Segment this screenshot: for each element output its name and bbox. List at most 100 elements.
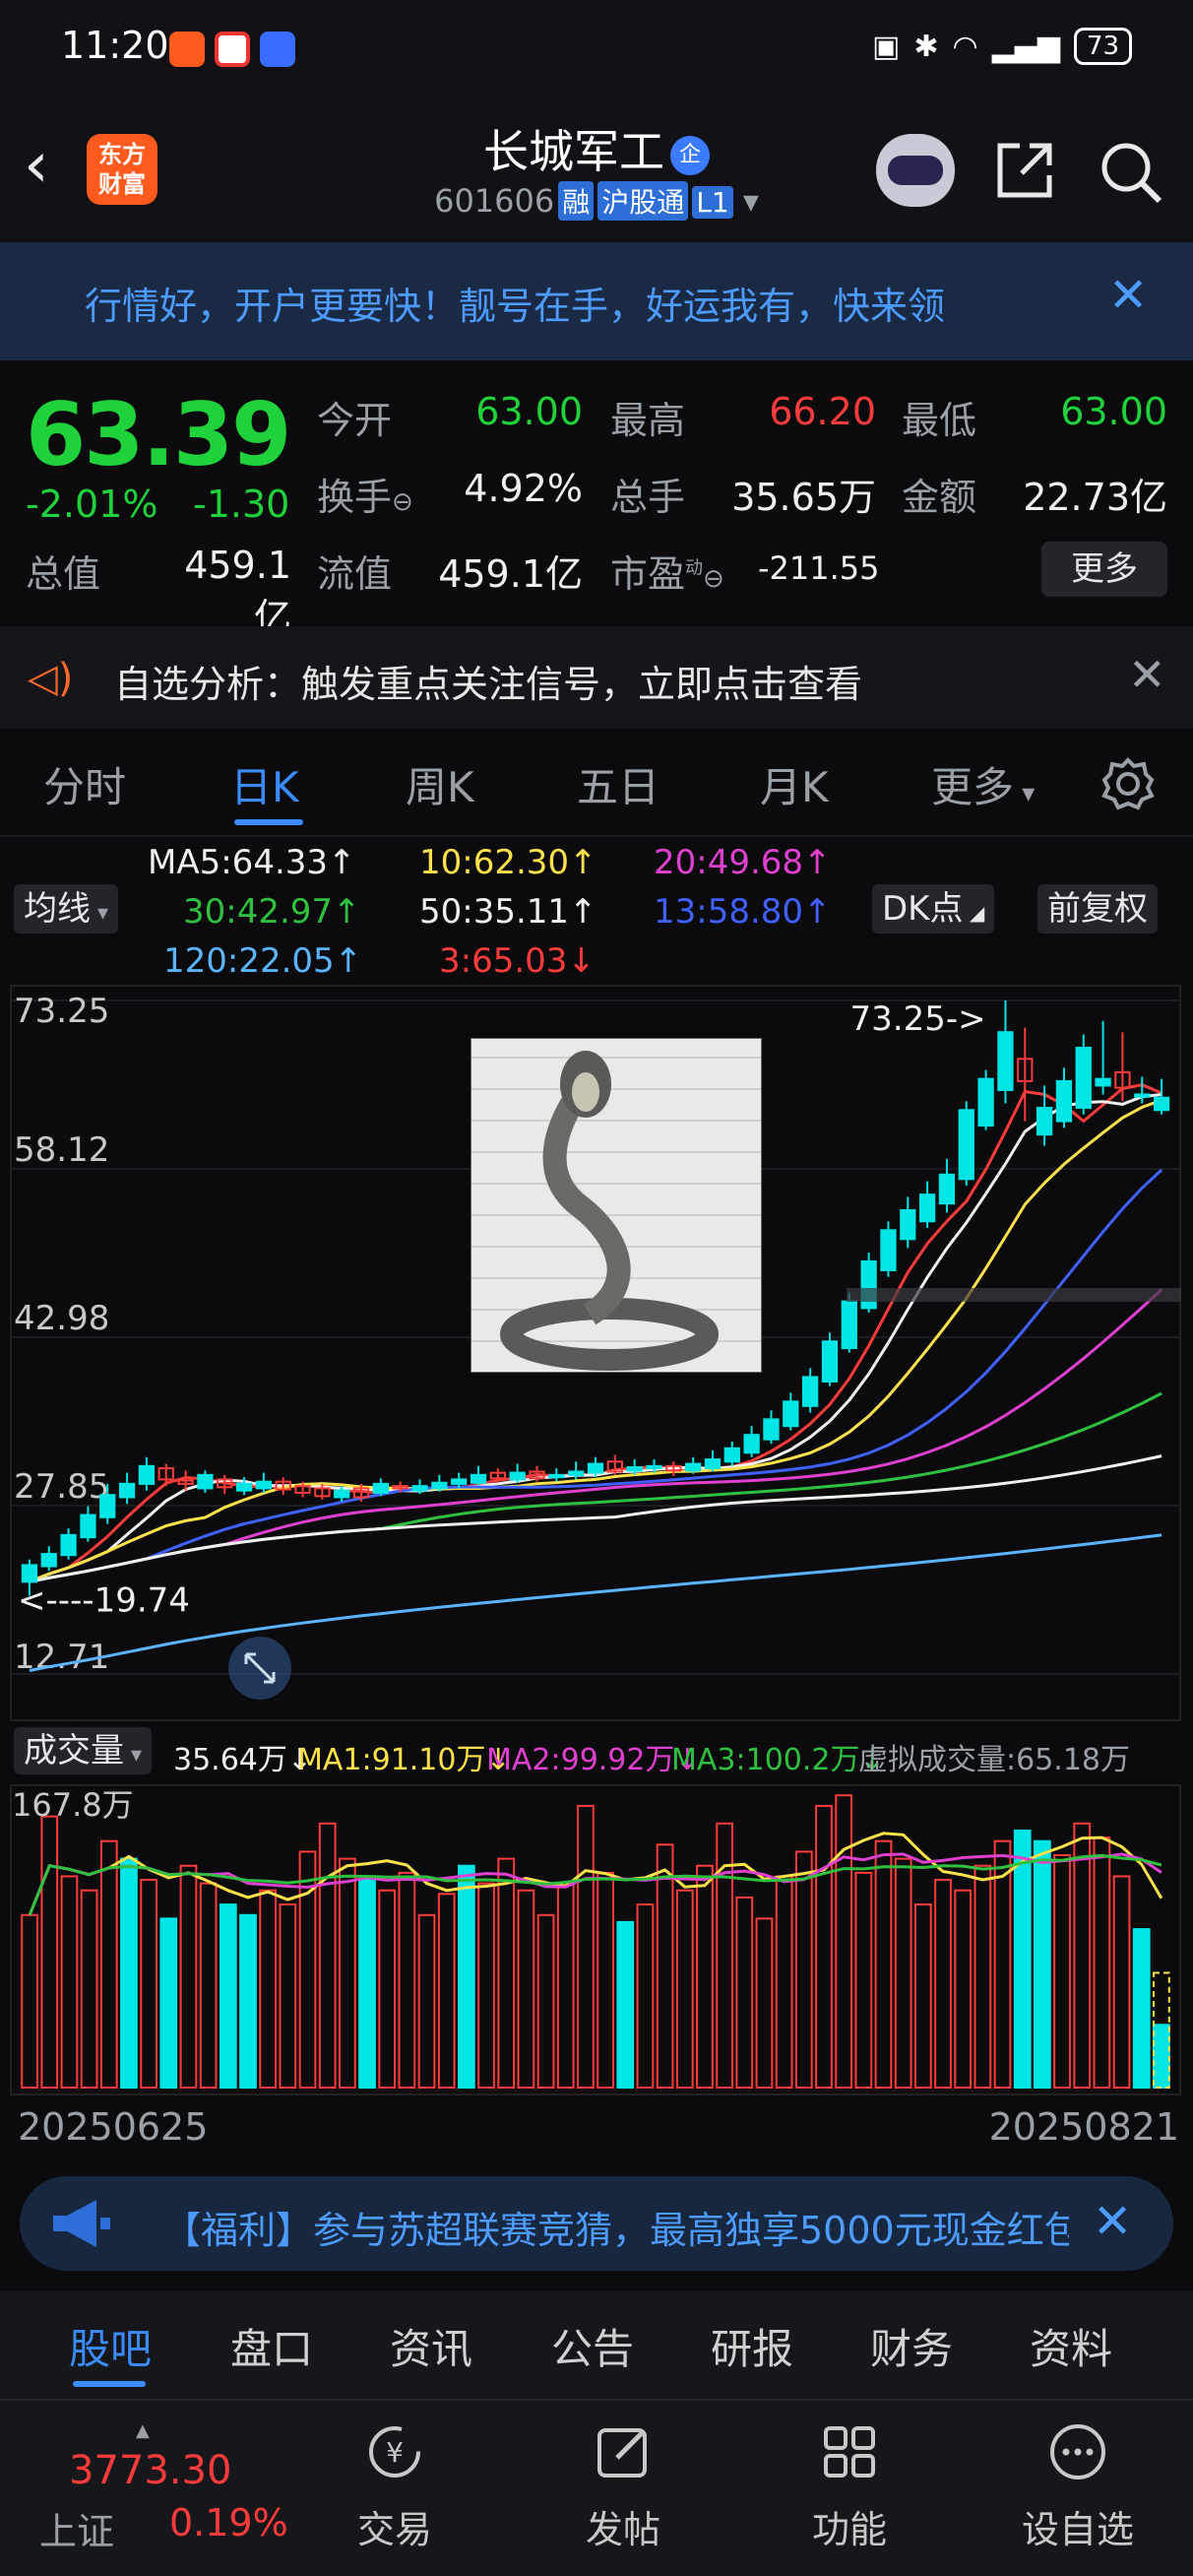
adjust-price-button[interactable]: 前复权 bbox=[1037, 884, 1158, 934]
candle-body bbox=[977, 1077, 994, 1127]
ma10-value: 10:62.30↑ bbox=[419, 843, 597, 882]
candle-body bbox=[743, 1434, 760, 1454]
index-name: 上证 bbox=[39, 2510, 115, 2553]
volume-header: 成交量 ▾ 35.64万↓ MA1:91.10万↓ MA2:99.92万↓ MA… bbox=[0, 1725, 1193, 1780]
volume-chart[interactable]: 167.8万 bbox=[10, 1784, 1181, 2095]
tab-monthly-k[interactable]: 月K bbox=[760, 754, 829, 814]
info-icon[interactable]: ⊖ bbox=[392, 487, 413, 517]
tab-daily-k[interactable]: 日K bbox=[230, 754, 299, 814]
wifi-icon: ◠ bbox=[952, 29, 978, 64]
close-icon[interactable]: ✕ bbox=[1128, 648, 1166, 701]
turnover-value: 4.92% bbox=[464, 467, 583, 510]
grid-icon bbox=[824, 2426, 875, 2478]
float-cap-value: 459.1亿 bbox=[438, 552, 583, 596]
nav-functions-label: 功能 bbox=[811, 2508, 887, 2551]
assistant-robot-icon[interactable] bbox=[876, 134, 955, 207]
change-amount: -1.30 bbox=[193, 483, 290, 526]
app-notification-icon bbox=[169, 32, 205, 67]
analysis-alert[interactable]: ◁) 自选分析：触发重点关注信号，立即点击查看 ✕ bbox=[0, 626, 1193, 729]
promo-banner[interactable]: 行情好，开户更要快！靓号在手，好运我有，快来领 ✕ bbox=[0, 242, 1193, 360]
candle-body bbox=[138, 1464, 156, 1485]
ma5-value: MA5:64.33↑ bbox=[148, 843, 356, 882]
y-axis-label: 58.12 bbox=[14, 1130, 109, 1170]
app-notification-icon bbox=[215, 32, 250, 67]
float-cap-label: 流值 bbox=[317, 552, 393, 596]
tab-profile[interactable]: 资料 bbox=[1030, 2316, 1112, 2376]
ma13-value: 13:58.80↑ bbox=[654, 892, 832, 932]
index-value: 3773.30 bbox=[69, 2448, 232, 2493]
tab-weekly-k[interactable]: 周K bbox=[406, 754, 474, 814]
candle-body bbox=[1075, 1047, 1092, 1110]
megaphone-icon bbox=[53, 2200, 110, 2247]
volume-bar bbox=[219, 1903, 237, 2089]
search-icon[interactable] bbox=[1097, 138, 1163, 205]
pe-label[interactable]: 市盈动⊖ bbox=[610, 544, 724, 598]
volume-selector[interactable]: 成交量 ▾ bbox=[14, 1727, 153, 1774]
tab-more[interactable]: 更多 ▾ bbox=[931, 754, 1035, 814]
tab-announcements[interactable]: 公告 bbox=[551, 2316, 634, 2376]
end-date: 20250821 bbox=[988, 2105, 1179, 2149]
tab-intraday[interactable]: 分时 bbox=[43, 754, 126, 814]
candle-body bbox=[587, 1462, 604, 1474]
max-price-marker: 73.25-> bbox=[850, 999, 986, 1039]
more-button[interactable]: 更多 bbox=[1041, 542, 1167, 597]
status-time: 11:20 bbox=[61, 24, 169, 67]
volume-max-label: 167.8万 bbox=[12, 1786, 134, 1824]
tab-order-book[interactable]: 盘口 bbox=[230, 2316, 313, 2376]
volume-bar bbox=[1132, 1928, 1151, 2089]
candle-body bbox=[918, 1193, 936, 1223]
cobra-image bbox=[471, 1038, 762, 1373]
ma-selector-label: 均线 bbox=[24, 889, 91, 929]
turnover-label[interactable]: 换手⊖ bbox=[317, 467, 413, 521]
volume-background bbox=[10, 1784, 1181, 2095]
candle-body bbox=[99, 1494, 116, 1518]
cobra-drawing bbox=[500, 1051, 719, 1371]
candle-body bbox=[1036, 1107, 1053, 1136]
ma-selector[interactable]: 均线 ▾ bbox=[14, 884, 119, 934]
share-icon[interactable] bbox=[992, 138, 1057, 203]
margin-tag: 融 bbox=[558, 181, 595, 221]
ma50-value: 50:35.11↑ bbox=[419, 892, 597, 932]
tab-finance[interactable]: 财务 bbox=[870, 2316, 953, 2376]
tab-underline bbox=[234, 819, 303, 825]
candle-body bbox=[938, 1173, 956, 1205]
close-icon[interactable]: ✕ bbox=[1093, 2194, 1132, 2249]
close-icon[interactable]: ✕ bbox=[1108, 268, 1148, 323]
stock-code: 601606 bbox=[434, 182, 555, 220]
ma30-value: 30:42.97↑ bbox=[183, 892, 361, 932]
promo-strip[interactable]: 【福利】参与苏超联赛竞猜，最高独享5000元现金红包 ✕ bbox=[20, 2176, 1173, 2271]
nav-add-watchlist[interactable]: 设自选 bbox=[1004, 2420, 1152, 2553]
nav-trade[interactable]: ¥ 交易 bbox=[321, 2420, 469, 2553]
bottom-tabs: 股吧 盘口 资讯 公告 研报 财务 资料 bbox=[0, 2290, 1193, 2399]
pe-value: -211.55 bbox=[758, 549, 880, 587]
dk-point-button[interactable]: DK点 ◢ bbox=[872, 884, 995, 934]
candle-body bbox=[80, 1513, 96, 1539]
info-icon[interactable]: ⊖ bbox=[703, 564, 724, 594]
caret-up-icon: ▲ bbox=[136, 2420, 150, 2441]
candle-body bbox=[841, 1300, 857, 1350]
nfc-icon: ▣ bbox=[872, 29, 901, 64]
open-value: 63.00 bbox=[475, 390, 583, 433]
candle-body bbox=[1095, 1077, 1111, 1087]
stock-name: 长城军工 bbox=[483, 125, 664, 178]
chevron-down-icon: ▾ bbox=[1014, 779, 1036, 808]
nav-trade-label: 交易 bbox=[356, 2508, 432, 2551]
tab-forum[interactable]: 股吧 bbox=[69, 2316, 152, 2376]
nav-functions[interactable]: 功能 bbox=[776, 2420, 923, 2553]
pe-label-text: 市盈 bbox=[610, 552, 686, 596]
volume-ma1: MA1:91.10万↓ bbox=[297, 1743, 511, 1777]
volume-bar bbox=[1153, 2024, 1170, 2089]
tab-five-day[interactable]: 五日 bbox=[577, 754, 659, 814]
candle-body bbox=[411, 1485, 428, 1492]
ma-legend: 均线 ▾ MA5:64.33↑ 10:62.30↑ 20:49.68↑ 30:4… bbox=[0, 837, 1193, 985]
volume-value: 35.65万 bbox=[731, 476, 876, 519]
gear-icon[interactable] bbox=[1100, 756, 1156, 811]
tab-news[interactable]: 资讯 bbox=[390, 2316, 472, 2376]
nav-post[interactable]: 发帖 bbox=[549, 2420, 697, 2553]
candle-body bbox=[821, 1340, 839, 1383]
chevron-down-icon: ▾ bbox=[124, 1743, 143, 1768]
candle-body bbox=[801, 1376, 819, 1407]
volume-bar bbox=[239, 1913, 257, 2089]
candle-body bbox=[372, 1482, 390, 1494]
tab-research[interactable]: 研报 bbox=[711, 2316, 793, 2376]
